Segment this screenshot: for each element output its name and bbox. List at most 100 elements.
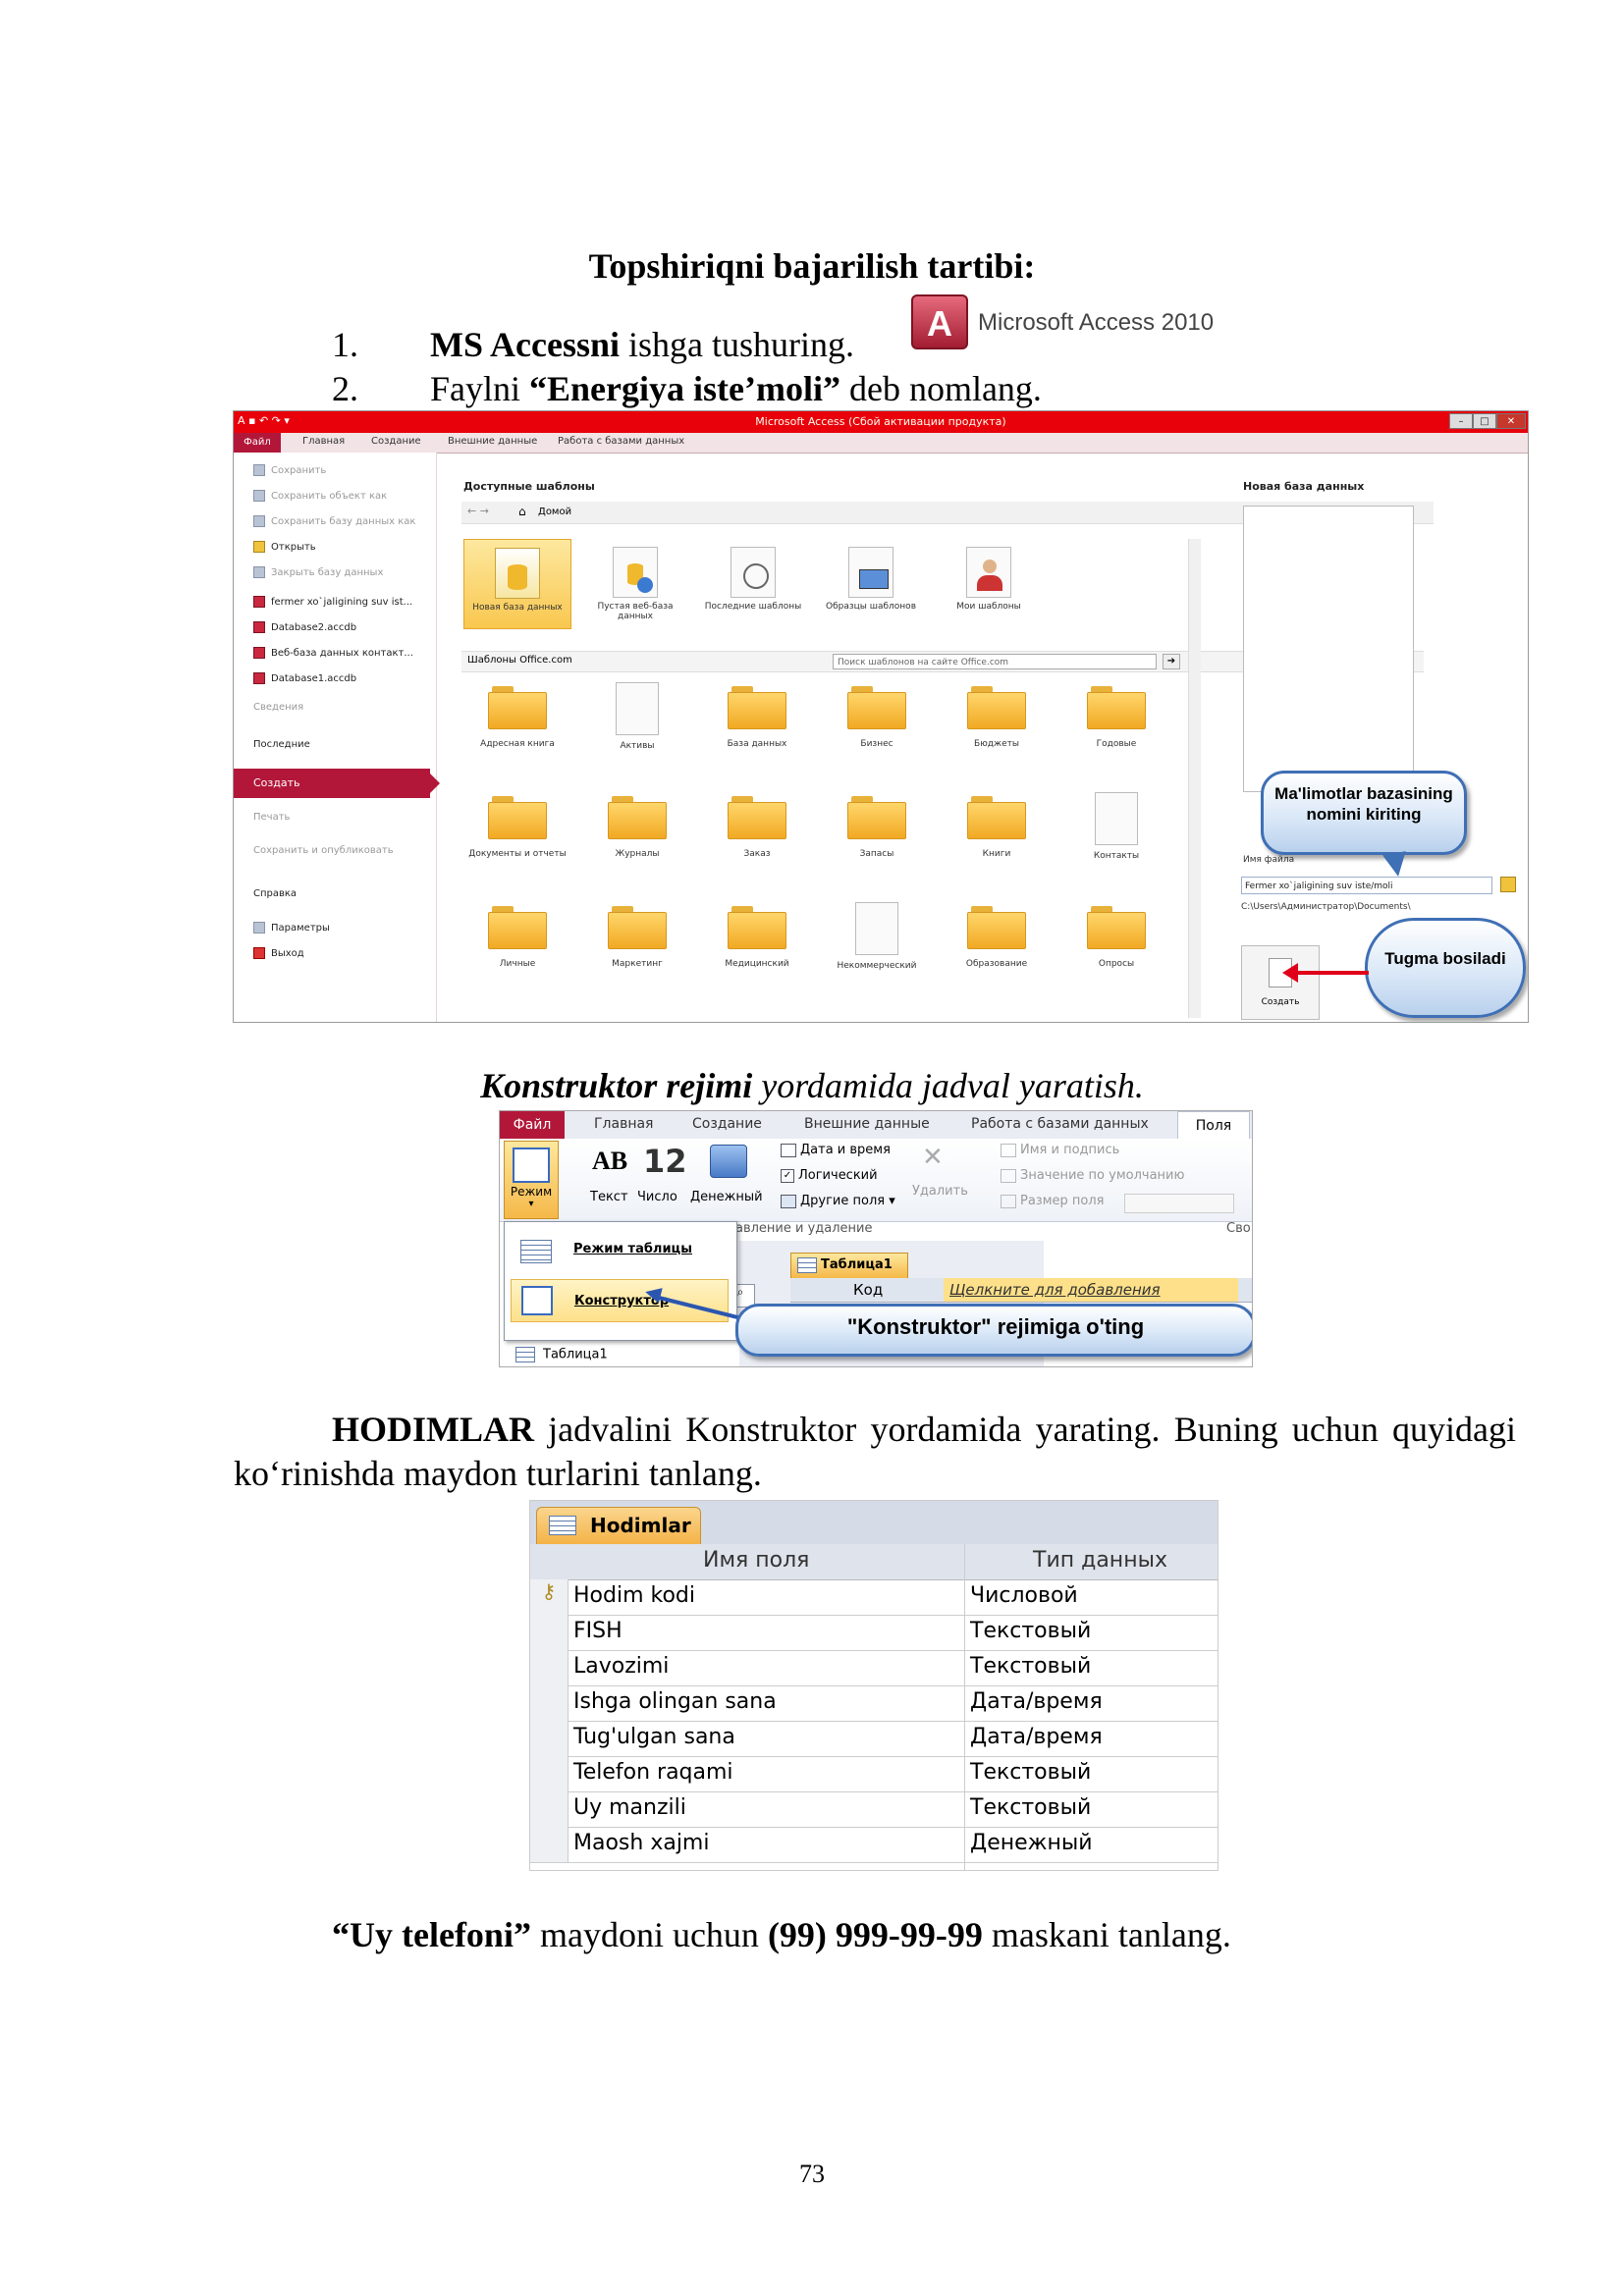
nav-table1[interactable]: Таблица1: [515, 1347, 608, 1362]
data-type-cell[interactable]: Дата/время: [970, 1689, 1103, 1714]
row-selector[interactable]: [530, 1685, 568, 1721]
table-row[interactable]: Maosh xajmi Денежный: [530, 1827, 1218, 1863]
tab-create[interactable]: Создание: [692, 1116, 762, 1132]
data-type-cell[interactable]: Текстовый: [970, 1654, 1091, 1679]
browse-folder-icon[interactable]: [1500, 877, 1516, 892]
template-folder[interactable]: Активы: [583, 678, 691, 769]
data-type-cell[interactable]: Денежный: [970, 1831, 1093, 1855]
row-selector[interactable]: [530, 1615, 568, 1650]
template-folder[interactable]: Опросы: [1062, 898, 1170, 988]
view-mode-button[interactable]: Режим ▾: [504, 1141, 559, 1219]
menu-save-publish[interactable]: Сохранить и опубликовать: [253, 845, 401, 856]
table-row[interactable]: ⚷ Hodim kodi Числовой: [530, 1579, 1218, 1616]
field-size-input[interactable]: [1124, 1194, 1234, 1213]
template-folder[interactable]: Медицинский: [703, 898, 811, 988]
template-folder[interactable]: База данных: [703, 678, 811, 769]
field-name-cell[interactable]: Maosh xajmi: [573, 1831, 709, 1855]
data-type-cell[interactable]: Текстовый: [970, 1795, 1091, 1820]
menu-close-db[interactable]: Закрыть базу данных: [253, 566, 383, 578]
template-folder[interactable]: Образование: [943, 898, 1051, 988]
template-search-input[interactable]: Поиск шаблонов на сайте Office.com: [833, 654, 1157, 669]
field-name-cell[interactable]: Telefon raqami: [573, 1760, 733, 1785]
menu-save-db-as[interactable]: Сохранить базу данных как: [253, 515, 415, 527]
tab-hodimlar[interactable]: Hodimlar: [536, 1507, 701, 1544]
menu-help[interactable]: Справка: [253, 888, 297, 899]
field-name-cell[interactable]: Ishga olingan sana: [573, 1689, 777, 1714]
primary-key-icon[interactable]: ⚷: [530, 1579, 568, 1615]
boolean-button[interactable]: ✓ Логический: [781, 1168, 878, 1183]
tab-file[interactable]: Файл: [234, 433, 281, 453]
field-name-cell[interactable]: FISH: [573, 1619, 623, 1643]
template-folder[interactable]: Контакты: [1062, 788, 1170, 879]
money-icon[interactable]: [710, 1145, 747, 1178]
recent-file[interactable]: fermer xo`jaligining suv ist...: [253, 596, 412, 608]
tab-file[interactable]: Файл: [500, 1111, 565, 1139]
template-folder[interactable]: Бюджеты: [943, 678, 1051, 769]
tab-home[interactable]: Главная: [594, 1116, 653, 1132]
table-row[interactable]: Tug'ulgan sana Дата/время: [530, 1721, 1218, 1757]
table-row[interactable]: Lavozimi Текстовый: [530, 1650, 1218, 1686]
tab-database-tools[interactable]: Работа с базами данных: [971, 1116, 1149, 1132]
text-type-label[interactable]: Текст: [590, 1190, 628, 1204]
row-selector[interactable]: [530, 1791, 568, 1827]
delete-icon[interactable]: ✕: [922, 1143, 949, 1172]
menu-save-object-as[interactable]: Сохранить объект как: [253, 490, 387, 502]
close-icon[interactable]: ✕: [1496, 413, 1526, 429]
field-name-cell[interactable]: Tug'ulgan sana: [573, 1725, 735, 1749]
data-type-cell[interactable]: Текстовый: [970, 1619, 1091, 1643]
tab-fields[interactable]: Поля: [1177, 1111, 1250, 1139]
create-button[interactable]: Создать: [1241, 945, 1320, 1020]
column-code[interactable]: Код: [853, 1281, 883, 1299]
menu-open[interactable]: Открыть: [253, 541, 316, 553]
templates-scrollbar[interactable]: [1188, 539, 1201, 1018]
tile-recent-templates[interactable]: Последние шаблоны: [699, 539, 807, 629]
template-folder[interactable]: Журналы: [583, 788, 691, 879]
template-folder[interactable]: Запасы: [823, 788, 931, 879]
template-folder[interactable]: Маркетинг: [583, 898, 691, 988]
table-row[interactable]: Uy manzili Текстовый: [530, 1791, 1218, 1828]
text-type-icon[interactable]: AB: [592, 1147, 627, 1176]
row-selector[interactable]: [530, 1827, 568, 1862]
tile-my-templates[interactable]: Мои шаблоны: [935, 539, 1043, 629]
column-click-to-add[interactable]: Щелкните для добавления: [944, 1278, 1238, 1302]
menu-info[interactable]: Сведения: [253, 702, 303, 713]
template-folder[interactable]: Годовые: [1062, 678, 1170, 769]
other-fields-button[interactable]: Другие поля ▾: [781, 1194, 895, 1208]
data-type-cell[interactable]: Текстовый: [970, 1760, 1091, 1785]
minimize-icon[interactable]: –: [1449, 413, 1473, 429]
tile-blank-web-database[interactable]: Пустая веб-база данных: [581, 539, 689, 629]
template-folder[interactable]: Адресная книга: [463, 678, 571, 769]
default-value-button[interactable]: Значение по умолчанию: [1001, 1168, 1184, 1183]
table-row[interactable]: FISH Текстовый: [530, 1615, 1218, 1651]
name-caption-button[interactable]: Имя и подпись: [1001, 1143, 1119, 1157]
number-type-icon[interactable]: 12: [643, 1143, 687, 1180]
field-name-cell[interactable]: Hodim kodi: [573, 1583, 695, 1608]
template-folder[interactable]: Бизнес: [823, 678, 931, 769]
doc-tab-table1[interactable]: Таблица1: [790, 1253, 908, 1278]
menu-exit[interactable]: Выход: [253, 947, 304, 959]
back-forward-icon[interactable]: ← →: [467, 505, 489, 517]
row-selector[interactable]: [530, 1756, 568, 1791]
template-folder[interactable]: Личные: [463, 898, 571, 988]
home-icon[interactable]: ⌂: [518, 505, 526, 518]
template-folder[interactable]: Заказ: [703, 788, 811, 879]
tab-create[interactable]: Создание: [371, 436, 421, 447]
menu-design-view[interactable]: Конструктор: [511, 1279, 729, 1322]
filename-input[interactable]: Fermer xo`jaligining suv iste/moli: [1241, 877, 1492, 894]
tab-external-data[interactable]: Внешние данные: [448, 436, 537, 447]
menu-save[interactable]: Сохранить: [253, 464, 326, 476]
row-selector[interactable]: [530, 1650, 568, 1685]
data-type-cell[interactable]: Числовой: [970, 1583, 1078, 1608]
delete-label[interactable]: Удалить: [912, 1184, 968, 1199]
tile-sample-templates[interactable]: Образцы шаблонов: [817, 539, 925, 629]
maximize-icon[interactable]: □: [1473, 413, 1496, 429]
table-row[interactable]: Ishga olingan sana Дата/время: [530, 1685, 1218, 1722]
home-link[interactable]: Домой: [538, 507, 571, 517]
menu-options[interactable]: Параметры: [253, 922, 330, 934]
menu-print[interactable]: Печать: [253, 812, 290, 823]
menu-recent[interactable]: Последние: [253, 739, 310, 750]
data-type-cell[interactable]: Дата/время: [970, 1725, 1103, 1749]
currency-type-label[interactable]: Денежный: [690, 1190, 763, 1204]
tile-new-database[interactable]: Новая база данных: [463, 539, 571, 629]
field-name-cell[interactable]: Uy manzili: [573, 1795, 686, 1820]
